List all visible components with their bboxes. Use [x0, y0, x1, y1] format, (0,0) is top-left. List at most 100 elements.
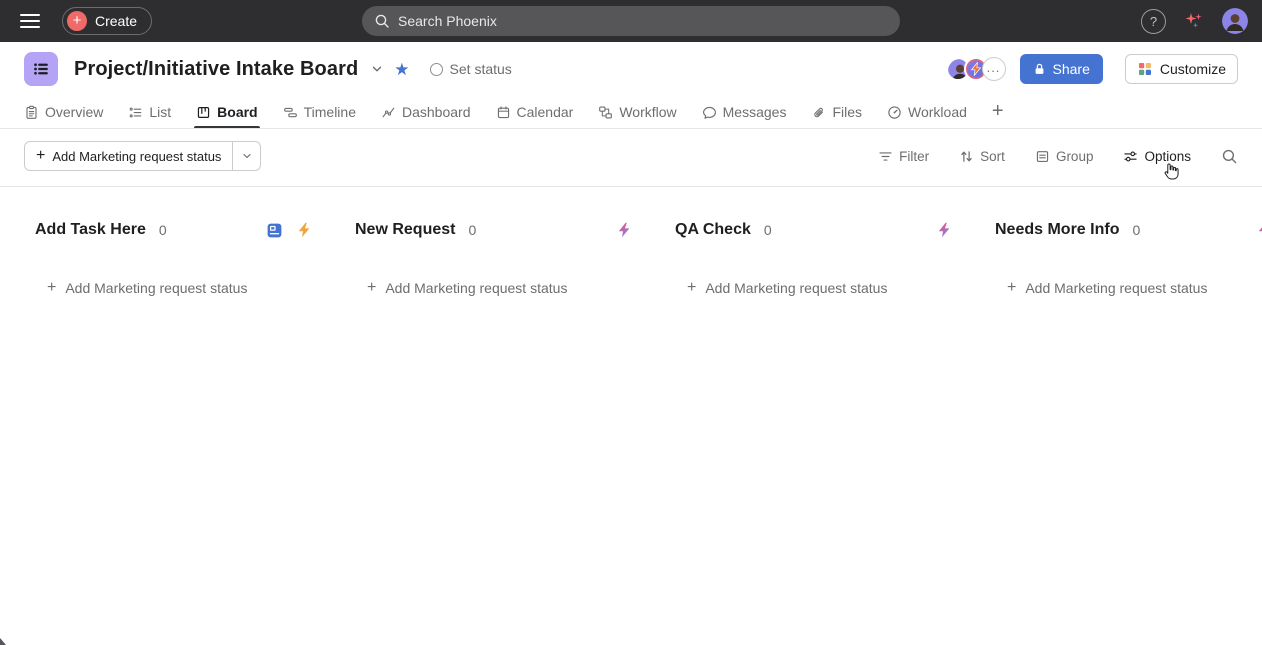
project-icon[interactable]: [24, 52, 58, 86]
dashboard-icon: [381, 105, 396, 120]
tab-board[interactable]: Board: [196, 96, 257, 128]
board-column: Add Task Here 0 + Add Marketing request …: [35, 221, 311, 645]
add-task-link[interactable]: + Add Marketing request status: [355, 280, 631, 296]
overview-icon: [24, 105, 39, 120]
add-task-label: Add Marketing request status: [705, 280, 887, 296]
group-button[interactable]: Group: [1035, 149, 1094, 164]
customize-icon: [1137, 61, 1153, 77]
share-label: Share: [1053, 61, 1090, 77]
project-header: Project/Initiative Intake Board ★ Set st…: [0, 42, 1262, 96]
star-icon[interactable]: ★: [394, 61, 409, 78]
more-button[interactable]: ...: [982, 57, 1006, 81]
menu-icon[interactable]: [20, 14, 40, 28]
tab-label: Workload: [908, 104, 967, 120]
user-avatar[interactable]: [1222, 8, 1248, 34]
column-header[interactable]: New Request 0: [355, 221, 631, 239]
add-task-label: Add Marketing request status: [385, 280, 567, 296]
add-status-dropdown[interactable]: [232, 142, 260, 170]
cursor-artifact: [0, 638, 6, 645]
search-input[interactable]: Search Phoenix: [362, 6, 900, 36]
calendar-icon: [496, 105, 511, 120]
sort-button[interactable]: Sort: [959, 149, 1005, 164]
chevron-down-icon[interactable]: [370, 62, 384, 76]
board-column: QA Check 0 + Add Marketing request statu…: [675, 221, 951, 645]
view-controls: Filter Sort Group Options: [878, 148, 1238, 165]
form-icon[interactable]: [266, 222, 283, 239]
add-tab-button[interactable]: +: [992, 96, 1004, 128]
add-task-link[interactable]: + Add Marketing request status: [35, 280, 311, 296]
share-button[interactable]: Share: [1020, 54, 1103, 84]
question-icon: ?: [1150, 14, 1157, 29]
set-status-button[interactable]: Set status: [430, 61, 512, 77]
add-status-button[interactable]: + Add Marketing request status: [25, 142, 232, 170]
add-task-label: Add Marketing request status: [65, 280, 247, 296]
create-button[interactable]: + Create: [62, 7, 152, 35]
tab-label: Messages: [723, 104, 787, 120]
board-search-button[interactable]: [1221, 148, 1238, 165]
column-header[interactable]: Add Task Here 0: [35, 221, 311, 239]
member-avatars: ...: [946, 57, 1006, 81]
column-title: Add Task Here: [35, 221, 146, 239]
add-task-label: Add Marketing request status: [1025, 280, 1207, 296]
customize-button[interactable]: Customize: [1125, 54, 1238, 84]
status-circle-icon: [430, 63, 443, 76]
plus-icon: +: [687, 280, 696, 296]
tab-workload[interactable]: Workload: [887, 96, 967, 128]
tab-calendar[interactable]: Calendar: [496, 96, 574, 128]
column-count: 0: [764, 222, 772, 238]
filter-label: Filter: [899, 149, 929, 164]
bolt-icon[interactable]: [1257, 222, 1262, 238]
options-button[interactable]: Options: [1123, 149, 1191, 164]
topbar: + Create Search Phoenix ?: [0, 0, 1262, 42]
tab-messages[interactable]: Messages: [702, 96, 787, 128]
board-column: Needs More Info 0 + Add Marketing reques…: [995, 221, 1262, 645]
board-column: New Request 0 + Add Marketing request st…: [355, 221, 631, 645]
search-icon: [1221, 148, 1238, 165]
tab-label: Calendar: [517, 104, 574, 120]
sort-icon: [959, 149, 974, 164]
tab-label: List: [149, 104, 171, 120]
add-status-label: Add Marketing request status: [52, 149, 221, 164]
options-label: Options: [1144, 149, 1191, 164]
column-title: New Request: [355, 221, 455, 239]
tab-label: Dashboard: [402, 104, 471, 120]
filter-button[interactable]: Filter: [878, 149, 929, 164]
bolt-icon[interactable]: [937, 222, 951, 238]
view-tabs: Overview List Board Timeline: [0, 96, 1262, 129]
add-task-link[interactable]: + Add Marketing request status: [995, 280, 1262, 296]
search-placeholder: Search Phoenix: [398, 13, 497, 29]
bolt-icon: [970, 62, 982, 76]
board-area: Add Task Here 0 + Add Marketing request …: [0, 187, 1262, 645]
plus-icon: +: [992, 100, 1004, 123]
plus-icon: +: [36, 147, 45, 165]
tab-list[interactable]: List: [128, 96, 171, 128]
tab-overview[interactable]: Overview: [24, 96, 103, 128]
bolt-icon[interactable]: [617, 222, 631, 238]
tab-label: Workflow: [619, 104, 676, 120]
workload-icon: [887, 105, 902, 120]
plus-icon: +: [367, 280, 376, 296]
create-label: Create: [95, 13, 137, 29]
tab-dashboard[interactable]: Dashboard: [381, 96, 471, 128]
column-header[interactable]: QA Check 0: [675, 221, 951, 239]
search-icon: [374, 13, 390, 29]
ai-sparkle-icon[interactable]: [1182, 9, 1206, 33]
tab-files[interactable]: Files: [811, 96, 862, 128]
set-status-label: Set status: [450, 61, 512, 77]
help-button[interactable]: ?: [1141, 9, 1166, 34]
column-header[interactable]: Needs More Info 0: [995, 221, 1262, 239]
column-count: 0: [468, 222, 476, 238]
workflow-icon: [598, 105, 613, 120]
tab-workflow[interactable]: Workflow: [598, 96, 676, 128]
column-count: 0: [1132, 222, 1140, 238]
files-icon: [811, 105, 826, 120]
group-label: Group: [1056, 149, 1094, 164]
column-count: 0: [159, 222, 167, 238]
add-task-link[interactable]: + Add Marketing request status: [675, 280, 951, 296]
messages-icon: [702, 105, 717, 120]
sort-label: Sort: [980, 149, 1005, 164]
avatar-photo: [1222, 8, 1248, 34]
bolt-icon[interactable]: [297, 222, 311, 238]
tab-timeline[interactable]: Timeline: [283, 96, 356, 128]
group-icon: [1035, 149, 1050, 164]
